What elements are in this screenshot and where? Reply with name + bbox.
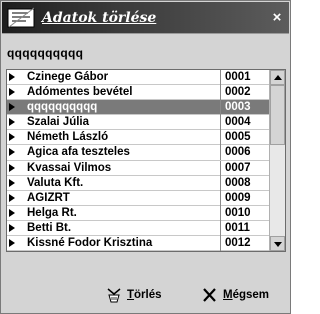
table-row[interactable]: AGIZRT 0009 (7, 190, 270, 206)
row-name-cell: Kissné Fodor Krisztina (27, 237, 153, 250)
title-bar[interactable]: Adatok törlése × (2, 2, 289, 34)
table-row[interactable]: Helga Rt. 0010 (7, 205, 270, 221)
scroll-up-button[interactable] (270, 70, 285, 85)
table-row[interactable]: qqqqqqqqqq 0003 (7, 100, 270, 116)
app-logo-icon (7, 7, 35, 28)
delete-data-dialog: Adatok törlése × qqqqqqqqqq Czinege Gábo… (0, 0, 291, 314)
row-code-cell: 0005 (220, 130, 270, 146)
row-name-cell: Betti Bt. (27, 221, 72, 234)
row-code-cell: 0006 (220, 145, 270, 161)
row-name-cell: Kvassai Vilmos (27, 161, 112, 174)
row-code-cell: 0011 (220, 220, 270, 236)
row-code-cell: 0007 (220, 160, 270, 176)
row-code-cell: 0001 (220, 70, 270, 85)
grid-rows: Czinege Gábor 0001 Adómentes bevétel 0002 qq… (7, 70, 270, 252)
table-row[interactable]: Adómentes bevétel 0002 (7, 85, 270, 101)
table-row[interactable]: Szalai Júlia 0004 (7, 115, 270, 131)
row-pointer-icon (9, 88, 15, 97)
row-name-cell: Valuta Kft. (27, 176, 84, 189)
cancel-button[interactable]: Mégsem (201, 285, 269, 305)
row-code-cell: 0010 (220, 205, 270, 221)
row-pointer-icon (9, 103, 15, 112)
row-code-cell: 0008 (220, 175, 270, 191)
search-value[interactable]: qqqqqqqqqq (7, 46, 83, 60)
delete-button[interactable]: Törlés (105, 285, 162, 305)
row-pointer-icon (9, 223, 15, 232)
row-pointer-icon (9, 148, 15, 157)
table-row[interactable]: Betti Bt. 0011 (7, 220, 270, 237)
data-grid[interactable]: Czinege Gábor 0001 Adómentes bevétel 0002 qq… (6, 69, 286, 252)
row-code-cell: 0004 (220, 115, 270, 131)
row-pointer-icon (9, 178, 15, 187)
row-code-cell: 0003 (220, 100, 270, 116)
row-pointer-icon (9, 193, 15, 202)
cancel-icon (203, 288, 216, 302)
table-row[interactable]: Valuta Kft. 0008 (7, 175, 270, 191)
row-name-cell: Németh László (27, 131, 109, 144)
scroll-down-button[interactable] (270, 236, 285, 251)
table-row[interactable]: Kissné Fodor Krisztina 0012 (7, 236, 270, 252)
row-pointer-icon (9, 118, 15, 127)
row-name-cell: Szalai Júlia (27, 116, 90, 129)
row-pointer-icon (9, 163, 15, 172)
row-code-cell: 0012 (220, 236, 270, 252)
row-code-cell: 0002 (220, 85, 270, 101)
close-icon[interactable]: × (269, 10, 285, 26)
vertical-scrollbar[interactable] (269, 70, 285, 251)
row-name-cell: qqqqqqqqqq (27, 101, 98, 114)
row-name-cell: Adómentes bevétel (27, 86, 133, 99)
delete-icon (107, 288, 121, 303)
row-pointer-icon (9, 133, 15, 142)
cancel-button-label: Mégsem (223, 289, 270, 301)
table-row[interactable]: Kvassai Vilmos 0007 (7, 160, 270, 176)
row-pointer-icon (9, 208, 15, 217)
table-row[interactable]: Agica afa teszteles 0006 (7, 145, 270, 161)
row-pointer-icon (9, 239, 15, 248)
scroll-thumb[interactable] (270, 85, 285, 145)
row-name-cell: Helga Rt. (27, 206, 77, 219)
table-row[interactable]: Czinege Gábor 0001 (7, 70, 270, 86)
row-name-cell: Czinege Gábor (27, 71, 109, 83)
table-row[interactable]: Németh László 0005 (7, 130, 270, 146)
row-pointer-icon (9, 73, 15, 81)
window-title: Adatok törlése (42, 10, 157, 26)
row-code-cell: 0009 (220, 190, 270, 206)
delete-button-label: Törlés (127, 289, 162, 301)
row-name-cell: AGIZRT (27, 191, 70, 204)
row-name-cell: Agica afa teszteles (27, 146, 130, 159)
